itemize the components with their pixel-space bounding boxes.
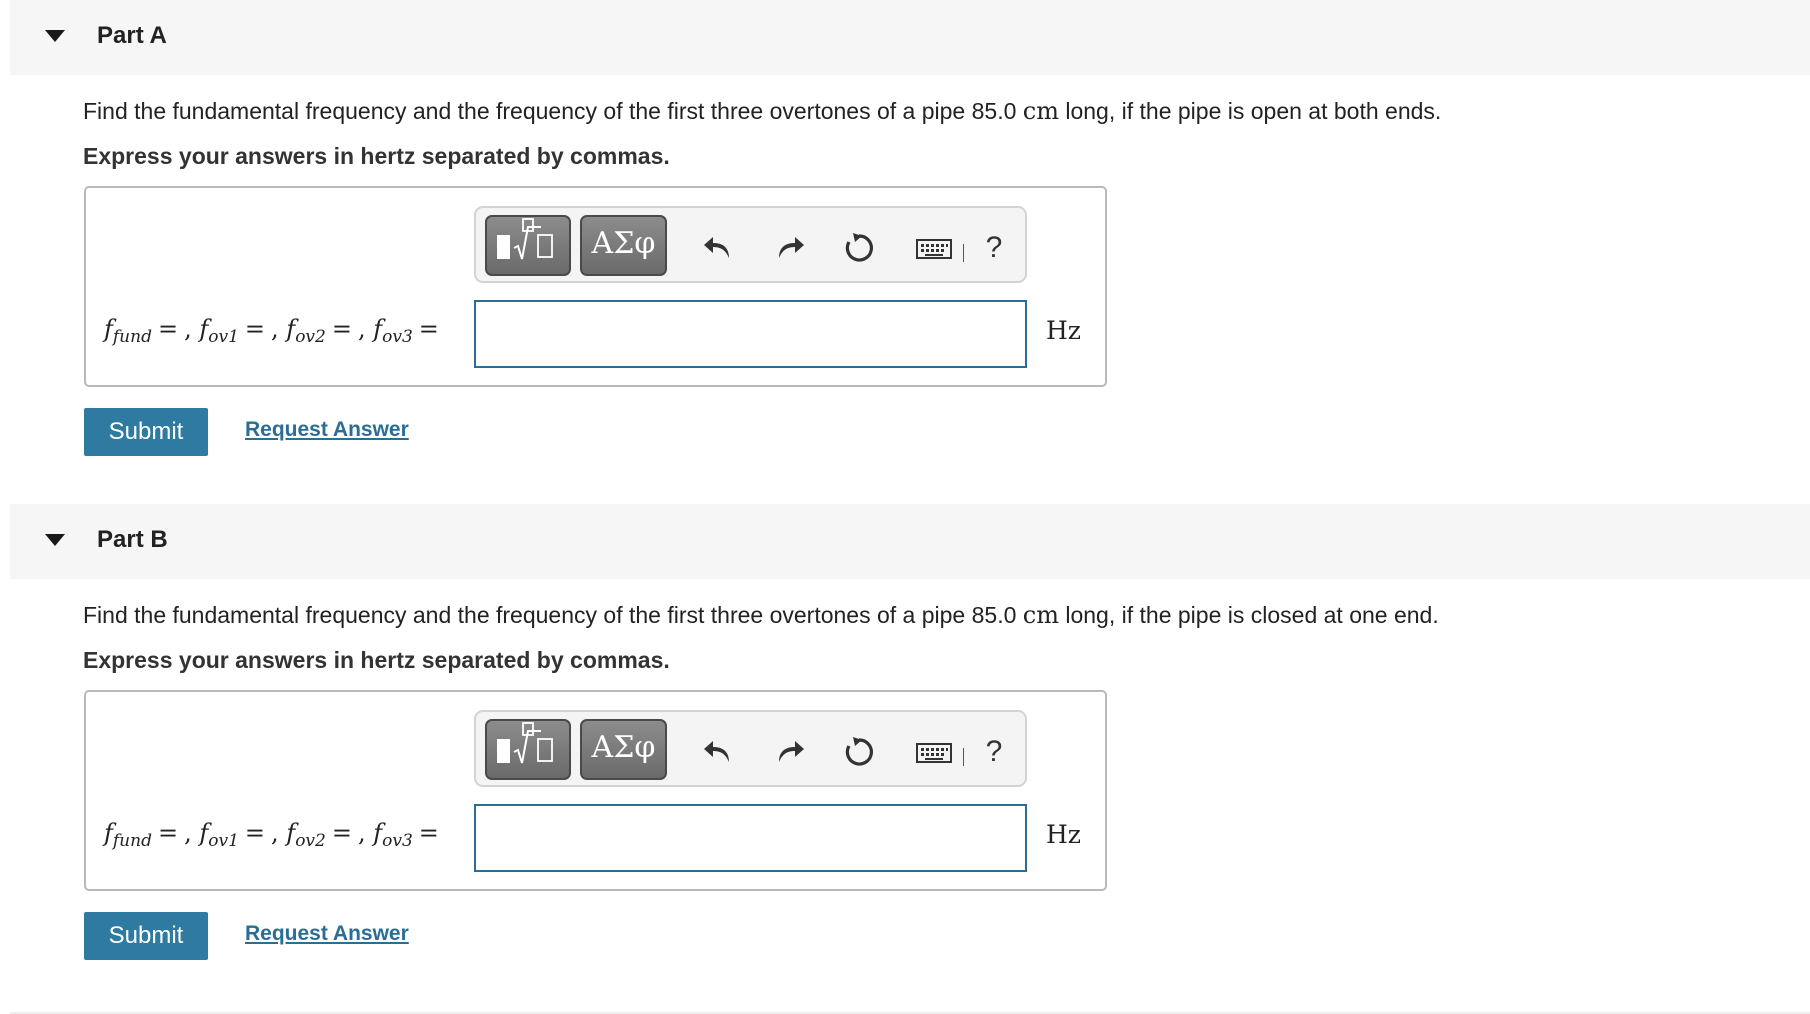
greek-symbols-label: ΑΣφ — [591, 226, 656, 261]
toolbar-divider — [963, 244, 964, 262]
math-toolbar: ΑΣφ ? — [474, 206, 1027, 283]
submit-button[interactable]: Submit — [84, 408, 208, 456]
math-label: ffund =, fov1 =, fov2 =, fov3 = — [104, 819, 439, 851]
answer-input[interactable] — [474, 804, 1027, 872]
undo-icon[interactable] — [701, 230, 737, 266]
part-title: Part B — [97, 526, 168, 553]
question-text: Find the fundamental frequency and the f… — [83, 97, 1441, 125]
instruction-text: Express your answers in hertz separated … — [83, 143, 670, 169]
submit-button[interactable]: Submit — [84, 912, 208, 960]
part-b-header[interactable]: Part B — [10, 504, 1810, 579]
unit-label: Hz — [1046, 820, 1081, 849]
help-icon[interactable]: ? — [976, 230, 1012, 266]
templates-button[interactable] — [485, 215, 571, 276]
keyboard-icon[interactable] — [911, 230, 959, 266]
reset-icon[interactable] — [841, 734, 877, 770]
part-a-header[interactable]: Part A — [10, 0, 1810, 75]
unit-label: Hz — [1046, 316, 1081, 345]
caret-down-icon[interactable] — [45, 534, 65, 546]
keyboard-icon[interactable] — [911, 734, 959, 770]
answer-input[interactable] — [474, 300, 1027, 368]
caret-down-icon[interactable] — [45, 30, 65, 42]
question-text-before: Find the fundamental frequency and the f… — [83, 602, 1023, 628]
question-text-after: long, if the pipe is open at both ends. — [1058, 98, 1442, 124]
templates-icon — [497, 722, 553, 764]
greek-symbols-button[interactable]: ΑΣφ — [580, 719, 667, 780]
math-label: ffund =, fov1 =, fov2 =, fov3 = — [104, 315, 439, 347]
question-text-before: Find the fundamental frequency and the f… — [83, 98, 1023, 124]
question-text-after: long, if the pipe is closed at one end. — [1058, 602, 1439, 628]
undo-icon[interactable] — [701, 734, 737, 770]
math-toolbar: ΑΣφ ? — [474, 710, 1027, 787]
toolbar-divider — [963, 748, 964, 766]
request-answer-link[interactable]: Request Answer — [245, 922, 409, 946]
templates-button[interactable] — [485, 719, 571, 780]
reset-icon[interactable] — [841, 230, 877, 266]
redo-icon[interactable] — [771, 734, 807, 770]
greek-symbols-button[interactable]: ΑΣφ — [580, 215, 667, 276]
question-text: Find the fundamental frequency and the f… — [83, 601, 1439, 629]
request-answer-link[interactable]: Request Answer — [245, 418, 409, 442]
answer-box: ΑΣφ ? ffund = , fov1 = , fov2 = , fov3 =… — [84, 186, 1107, 387]
help-icon[interactable]: ? — [976, 734, 1012, 770]
question-unit: cm — [1022, 601, 1059, 629]
greek-symbols-label: ΑΣφ — [591, 730, 656, 765]
redo-icon[interactable] — [771, 230, 807, 266]
part-title: Part A — [97, 22, 167, 49]
instruction-text: Express your answers in hertz separated … — [83, 647, 670, 673]
templates-icon — [497, 218, 553, 260]
question-unit: cm — [1022, 97, 1059, 125]
answer-box: ΑΣφ ? ffund = , fov1 = , fov2 = , fov3 =… — [84, 690, 1107, 891]
